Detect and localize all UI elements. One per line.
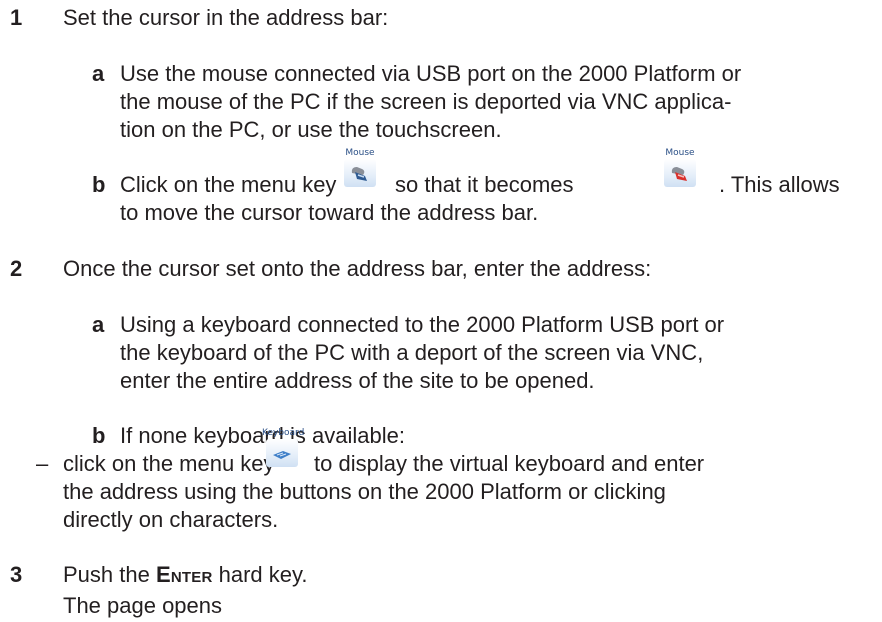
step-2b-label: b bbox=[92, 423, 106, 448]
dash-line-2: the address using the buttons on the 200… bbox=[63, 479, 666, 504]
step-3-text-post: hard key. bbox=[218, 562, 308, 587]
mouse-icon-caption: Mouse bbox=[345, 148, 375, 158]
step-1b-text-pre: Click on the menu key bbox=[120, 172, 337, 197]
step-1a-line-1: Use the mouse connected via USB port on … bbox=[120, 61, 742, 86]
dash-bullet: – bbox=[36, 451, 49, 476]
step-2a-label: a bbox=[92, 312, 105, 337]
mouse-active-glyph bbox=[671, 167, 687, 181]
keyboard-icon[interactable]: Keyboard bbox=[262, 428, 305, 468]
step-3-text-pre: Push the bbox=[63, 562, 150, 587]
step-1a-line-2: the mouse of the PC if the screen is dep… bbox=[120, 89, 732, 114]
mouse-icon[interactable]: Mouse bbox=[340, 148, 380, 188]
step-2-number: 2 bbox=[10, 256, 23, 281]
step-2a-line-2: the keyboard of the PC with a deport of … bbox=[120, 340, 704, 365]
mouse-glyph bbox=[351, 167, 367, 181]
dash-text-post: to display the virtual keyboard and ente… bbox=[314, 451, 705, 476]
step-1b-line-2: to move the cursor toward the address ba… bbox=[120, 200, 539, 225]
keyboard-glyph bbox=[273, 451, 291, 459]
step-1b-text-post: . This allows bbox=[719, 172, 840, 197]
enter-key-first: E bbox=[155, 562, 171, 587]
mouse-active-icon[interactable]: Mouse bbox=[660, 148, 700, 188]
step-1-text: Set the cursor in the address bar: bbox=[63, 5, 389, 30]
step-3-text: Push the ENTER hard key. bbox=[63, 561, 307, 592]
dash-line-3: directly on characters. bbox=[63, 507, 279, 532]
enter-key-rest: NTER bbox=[170, 569, 213, 586]
step-1b-text-mid: so that it becomes bbox=[395, 172, 574, 197]
mouse-active-icon-caption: Mouse bbox=[665, 148, 695, 158]
step-3-number: 3 bbox=[10, 562, 23, 587]
step-1a-line-3: tion on the PC, or use the touchscreen. bbox=[120, 117, 502, 142]
keyboard-icon-caption: Keyboard bbox=[262, 428, 305, 438]
enter-hard-key: ENTER bbox=[156, 562, 213, 587]
dash-text-pre: click on the menu key bbox=[63, 451, 275, 476]
step-1b-label: b bbox=[92, 172, 106, 197]
step-2-text: Once the cursor set onto the address bar… bbox=[63, 256, 652, 281]
step-2a-line-3: enter the entire address of the site to … bbox=[120, 368, 595, 393]
step-2a-line-1: Using a keyboard connected to the 2000 P… bbox=[120, 312, 725, 337]
step-1a-label: a bbox=[92, 61, 105, 86]
step-1-number: 1 bbox=[10, 5, 23, 30]
step-3-result: The page opens bbox=[63, 593, 223, 618]
